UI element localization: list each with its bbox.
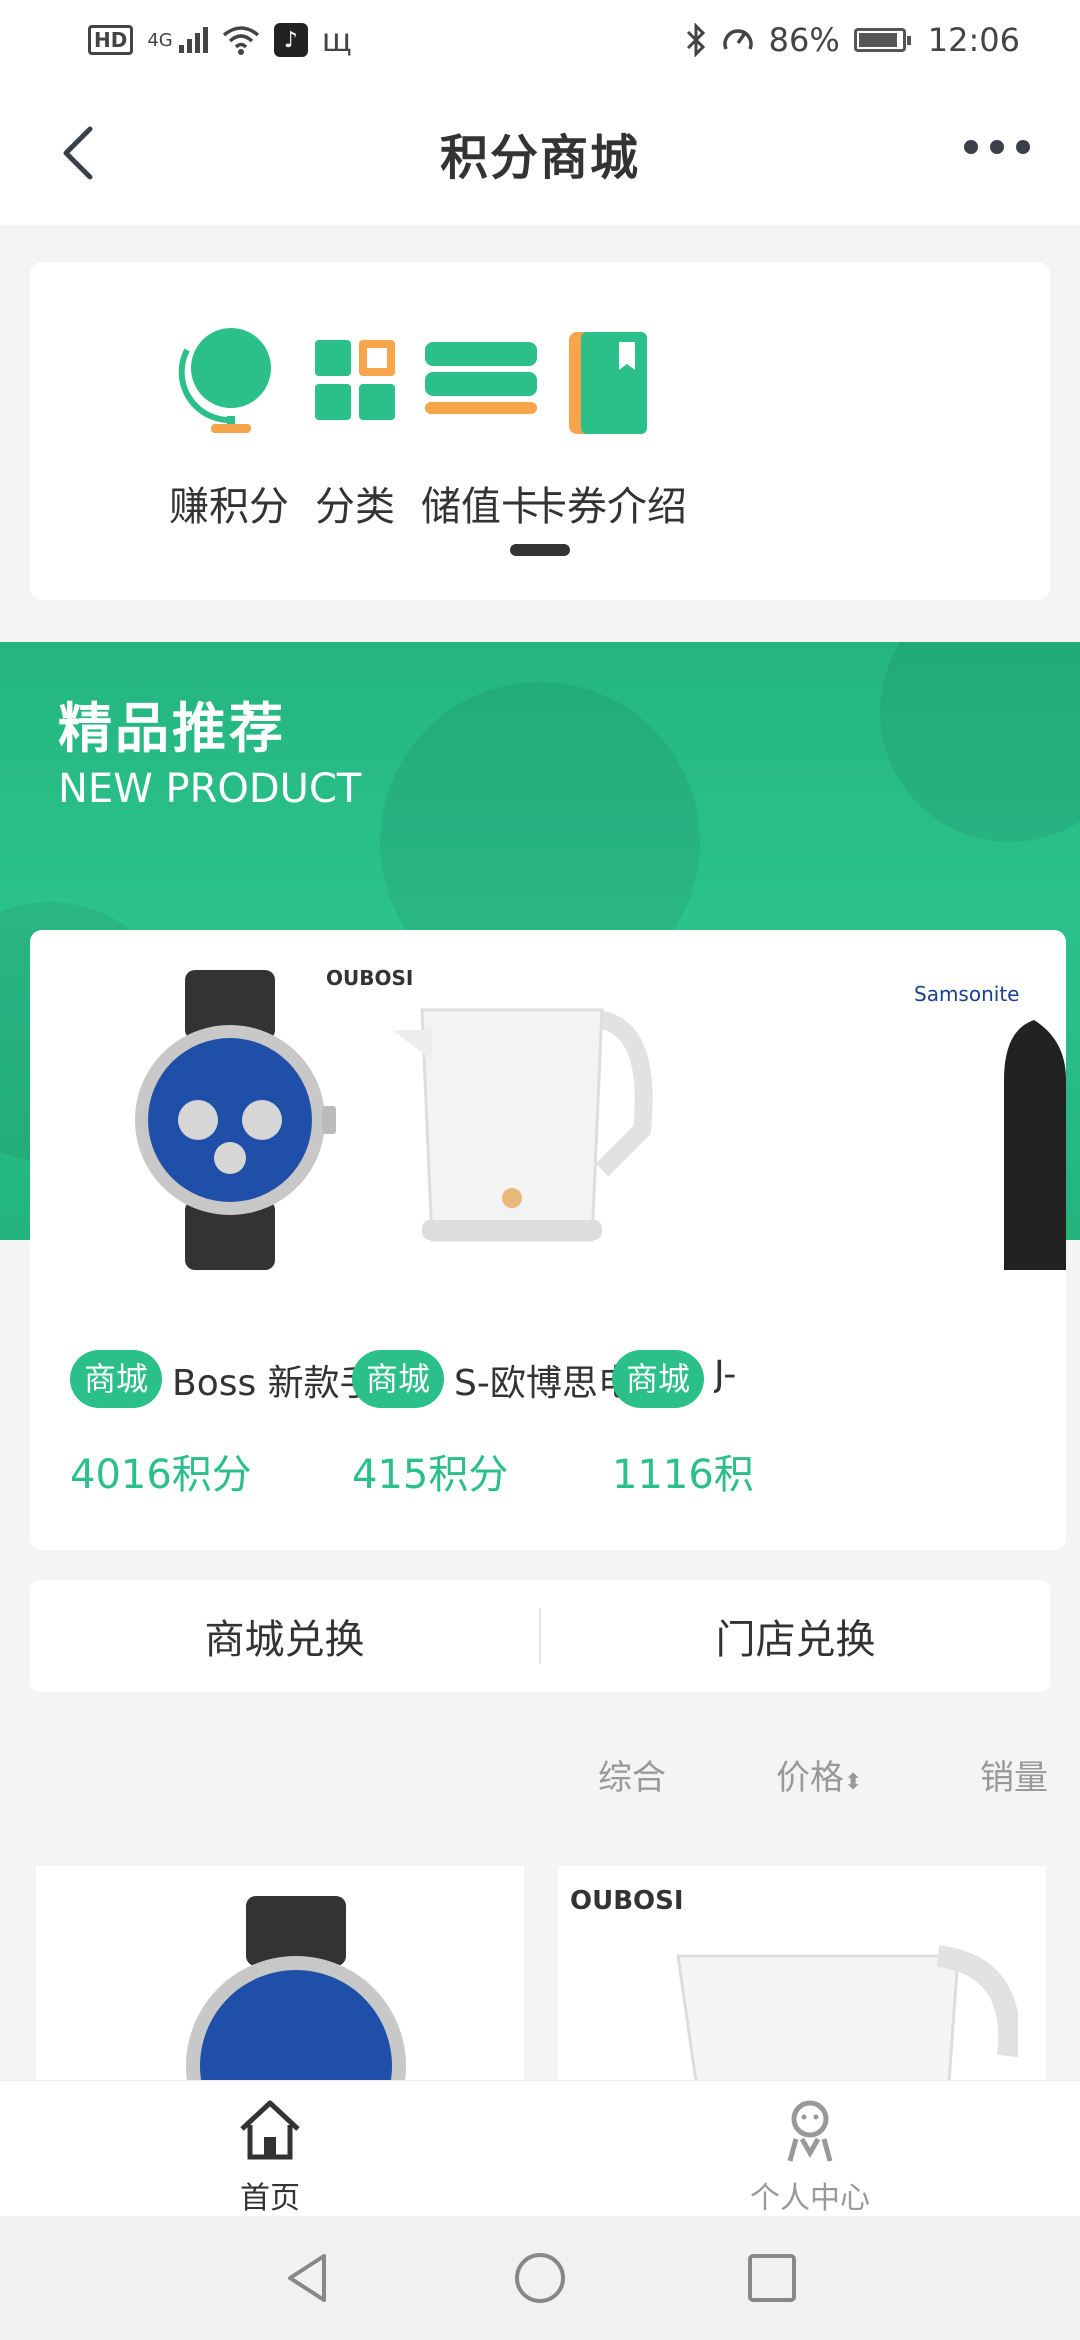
status-bar: HD 4G ♪ щ 86% 12:06 <box>0 0 1080 80</box>
banner-title: 精品推荐 <box>58 697 286 760</box>
sort-arrows-icon: ⬍ <box>844 1770 863 1795</box>
grid-product-card[interactable]: OUBOSI <box>558 1866 1046 2096</box>
system-navigation-bar <box>0 2216 1080 2340</box>
bluetooth-icon <box>686 23 705 57</box>
signal-icon <box>178 27 208 53</box>
clock: 12:06 <box>927 21 1020 59</box>
notification-icon: щ <box>321 21 352 59</box>
category-voucher-intro[interactable]: 卡券介绍 <box>507 320 707 532</box>
category-label: 卡券介绍 <box>527 484 687 530</box>
recents-square-icon[interactable] <box>744 2250 800 2306</box>
mall-tag: 商城 <box>612 1350 705 1408</box>
nav-home-label: 首页 <box>240 2181 300 2216</box>
tiktok-icon: ♪ <box>273 23 308 57</box>
book-icon <box>569 332 647 434</box>
home-circle-icon[interactable] <box>512 2250 568 2306</box>
wifi-icon <box>222 26 259 55</box>
speed-icon <box>722 29 753 50</box>
tab-mall-exchange[interactable]: 商城兑换 <box>30 1607 539 1665</box>
sort-price[interactable]: 价格⬍ <box>776 1750 862 1799</box>
brand-logo: Samsonite <box>914 982 1020 1006</box>
grid-product-card[interactable] <box>36 1866 524 2096</box>
network-label: 4G <box>147 29 173 51</box>
nav-profile[interactable]: 个人中心 <box>730 2095 890 2217</box>
sort-bar: 综合 价格⬍ 销量 <box>0 1750 1080 1806</box>
home-icon <box>240 2100 300 2160</box>
product-points: 1116积 <box>612 1452 754 1498</box>
nav-home[interactable]: 首页 <box>190 2095 350 2217</box>
product-points: 4016积分 <box>70 1452 252 1498</box>
sort-overall[interactable]: 综合 <box>598 1750 666 1799</box>
back-triangle-icon[interactable] <box>280 2250 336 2306</box>
kettle-image <box>676 1945 1018 2096</box>
nav-profile-label: 个人中心 <box>750 2181 870 2216</box>
product-name: J- <box>714 1354 737 1395</box>
person-icon <box>787 2100 833 2162</box>
product-card[interactable]: Samsonite 商城 J- 1116积 <box>594 930 1066 1550</box>
product-points: 415积分 <box>352 1452 509 1498</box>
brand-logo: OUBOSI <box>570 1886 684 1916</box>
battery-icon <box>853 28 911 52</box>
back-arrow-icon[interactable] <box>58 125 98 181</box>
page-indicator <box>510 544 570 556</box>
app-header: 积分商城 <box>0 80 1080 225</box>
bottom-navigation: 首页 个人中心 <box>0 2080 1080 2216</box>
banner-subtitle: NEW PRODUCT <box>58 766 362 812</box>
exchange-tabs: 商城兑换 门店兑换 <box>30 1580 1050 1692</box>
category-card: 赚积分 分类 储值卡 卡券介绍 <box>30 262 1050 600</box>
page-title: 积分商城 <box>439 129 640 186</box>
sort-price-label: 价格 <box>776 1758 844 1798</box>
battery-percent: 86% <box>768 21 840 59</box>
watch-image <box>186 1896 406 2096</box>
tab-store-exchange[interactable]: 门店兑换 <box>541 1607 1050 1665</box>
hd-icon: HD <box>88 25 134 55</box>
mall-tag: 商城 <box>352 1350 445 1408</box>
mall-tag: 商城 <box>70 1350 163 1408</box>
more-options-icon[interactable] <box>964 140 1030 154</box>
featured-products-carousel[interactable]: 商城 Boss 新款手... 4016积分 OUBOSI 商城 S-欧博思电热.… <box>30 930 1066 1550</box>
sort-sales[interactable]: 销量 <box>980 1750 1048 1799</box>
backpack-image <box>1004 1020 1066 1270</box>
